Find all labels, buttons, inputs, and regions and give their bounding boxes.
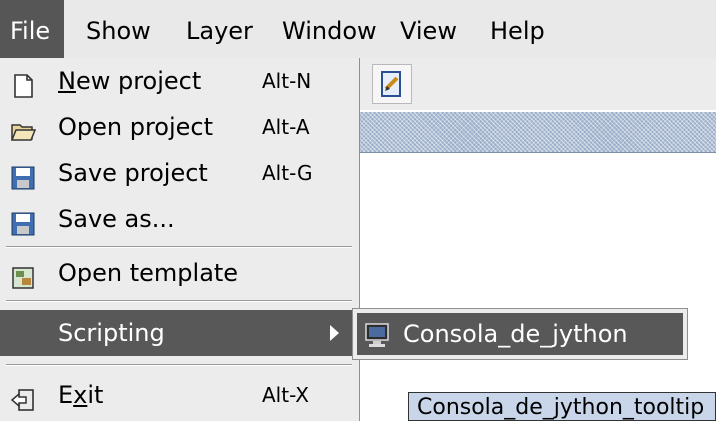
menu-layer-label: Layer	[186, 17, 253, 45]
menu-item-save-project[interactable]: Save project Alt-G	[0, 150, 358, 196]
submenu-arrow-icon	[330, 325, 339, 341]
scripting-submenu: Consola_de_jython	[352, 308, 688, 360]
menu-item-label: Scripting	[58, 319, 165, 347]
menubar: File Show Layer Window View Help	[0, 0, 716, 58]
label-text: E	[58, 381, 74, 409]
menu-item-open-template[interactable]: Open template	[0, 250, 358, 296]
new-document-icon	[10, 68, 36, 98]
document-edit-icon	[381, 71, 401, 97]
floppy-disk-icon	[10, 160, 36, 190]
menu-window-label: Window	[282, 17, 377, 45]
menu-help[interactable]: Help	[480, 0, 555, 58]
folder-open-icon	[10, 114, 37, 141]
menu-show[interactable]: Show	[76, 0, 161, 58]
menu-layer[interactable]: Layer	[176, 0, 263, 58]
shortcut-label: Alt-X	[262, 383, 310, 407]
mnemonic-char: N	[58, 67, 76, 95]
menu-item-label: Save as...	[58, 205, 175, 233]
menu-separator	[6, 246, 352, 248]
menu-file-label: File	[10, 17, 51, 45]
menu-item-exit[interactable]: Exit Alt-X	[0, 372, 358, 418]
file-menu-dropdown: New project Alt-N Open project Alt-A Sav…	[0, 58, 360, 421]
menu-view[interactable]: View	[390, 0, 467, 58]
menu-item-label: Exit	[58, 372, 103, 418]
menu-separator	[6, 364, 352, 366]
toolbar-button[interactable]	[372, 64, 412, 104]
exit-icon	[10, 382, 36, 411]
workspace-area	[360, 153, 716, 421]
label-text: ew project	[75, 67, 202, 95]
menu-item-label: Save project	[58, 159, 208, 187]
view-title-bar	[360, 112, 716, 153]
menu-item-scripting[interactable]: Scripting	[0, 310, 358, 356]
toolbar	[360, 58, 716, 110]
shortcut-label: Alt-N	[262, 69, 312, 93]
menu-item-label: Open template	[58, 259, 239, 287]
menu-item-label: Open project	[58, 113, 214, 141]
menu-file[interactable]: File	[0, 0, 64, 58]
shortcut-label: Alt-G	[262, 161, 313, 185]
menu-view-label: View	[400, 17, 457, 45]
menu-item-save-as[interactable]: Save as...	[0, 196, 358, 242]
shortcut-label: Alt-A	[262, 115, 310, 139]
menu-show-label: Show	[86, 17, 151, 45]
submenu-item-consola-de-jython[interactable]: Consola_de_jython	[357, 313, 683, 355]
submenu-item-label: Consola_de_jython	[403, 320, 628, 348]
menu-window[interactable]: Window	[272, 0, 387, 58]
menu-item-open-project[interactable]: Open project Alt-A	[0, 104, 358, 150]
menu-item-new-project[interactable]: New project Alt-N	[0, 58, 358, 104]
tooltip-text: Consola_de_jython_tooltip	[417, 395, 705, 420]
tooltip: Consola_de_jython_tooltip	[408, 392, 716, 421]
label-text: it	[87, 381, 104, 409]
mnemonic-char: x	[73, 381, 88, 409]
menu-help-label: Help	[490, 17, 545, 45]
menu-separator	[6, 300, 352, 302]
menu-item-label: New project	[58, 58, 201, 104]
template-icon	[10, 260, 36, 289]
console-monitor-icon	[363, 320, 391, 348]
floppy-disk-icon	[10, 206, 36, 236]
